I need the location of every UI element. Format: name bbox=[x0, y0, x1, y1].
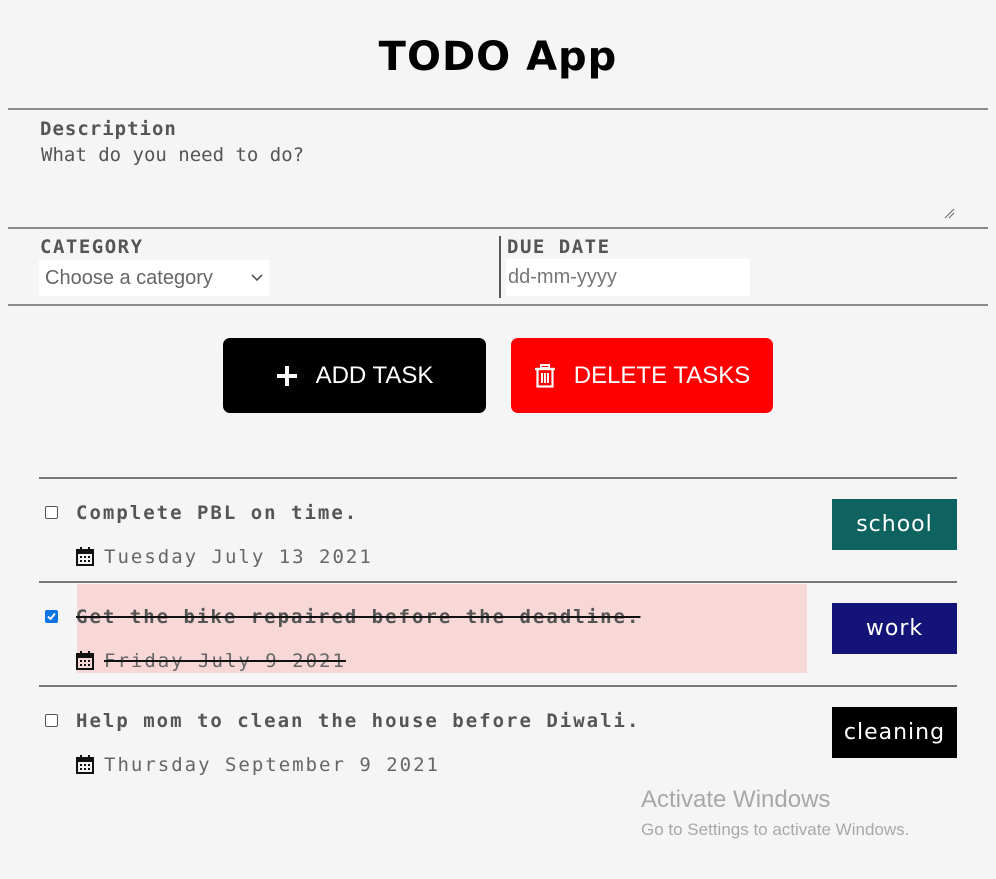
category-tag: work bbox=[832, 603, 957, 654]
trash-icon bbox=[534, 363, 556, 388]
task-divider bbox=[39, 685, 957, 687]
task-text: Get the bike repaired before the deadlin… bbox=[76, 606, 641, 628]
description-input[interactable] bbox=[38, 142, 956, 220]
divider bbox=[8, 108, 988, 110]
chevron-down-icon bbox=[251, 274, 263, 282]
description-label: Description bbox=[40, 118, 177, 140]
calendar-icon bbox=[76, 755, 94, 774]
divider bbox=[8, 304, 988, 306]
add-task-button[interactable]: ADD TASK bbox=[223, 338, 486, 413]
task-text: Help mom to clean the house before Diwal… bbox=[76, 710, 641, 732]
due-date-label: DUE DATE bbox=[507, 236, 611, 258]
task-divider bbox=[39, 477, 957, 479]
divider bbox=[8, 227, 988, 229]
task-date: Thursday September 9 2021 bbox=[104, 754, 440, 776]
category-label: CATEGORY bbox=[40, 236, 144, 258]
add-task-label: ADD TASK bbox=[315, 361, 434, 389]
category-tag: cleaning bbox=[832, 707, 957, 758]
due-date-input[interactable]: dd-mm-yyyy bbox=[506, 259, 750, 296]
delete-tasks-button[interactable]: DELETE TASKS bbox=[511, 338, 773, 413]
column-separator bbox=[499, 236, 501, 298]
category-tag: school bbox=[832, 499, 957, 550]
task-date: Friday July 9 2021 bbox=[104, 650, 346, 672]
task-checkbox-checked[interactable] bbox=[45, 610, 58, 623]
activate-windows-subtitle: Go to Settings to activate Windows. bbox=[641, 820, 910, 839]
category-select[interactable]: Choose a category bbox=[39, 260, 269, 296]
task-date: Tuesday July 13 2021 bbox=[104, 546, 373, 568]
resize-grip-icon[interactable] bbox=[943, 207, 955, 219]
task-checkbox[interactable] bbox=[45, 714, 58, 727]
delete-tasks-label: DELETE TASKS bbox=[573, 361, 751, 389]
page-title: TODO App bbox=[378, 34, 618, 80]
calendar-icon bbox=[76, 547, 94, 566]
category-select-value: Choose a category bbox=[45, 266, 213, 289]
calendar-icon bbox=[76, 651, 94, 670]
task-text: Complete PBL on time. bbox=[76, 502, 359, 524]
task-divider bbox=[39, 581, 957, 583]
activate-windows-title: Activate Windows bbox=[641, 786, 831, 813]
task-checkbox[interactable] bbox=[45, 506, 58, 519]
due-date-placeholder: dd-mm-yyyy bbox=[508, 266, 617, 288]
plus-icon bbox=[276, 365, 298, 387]
